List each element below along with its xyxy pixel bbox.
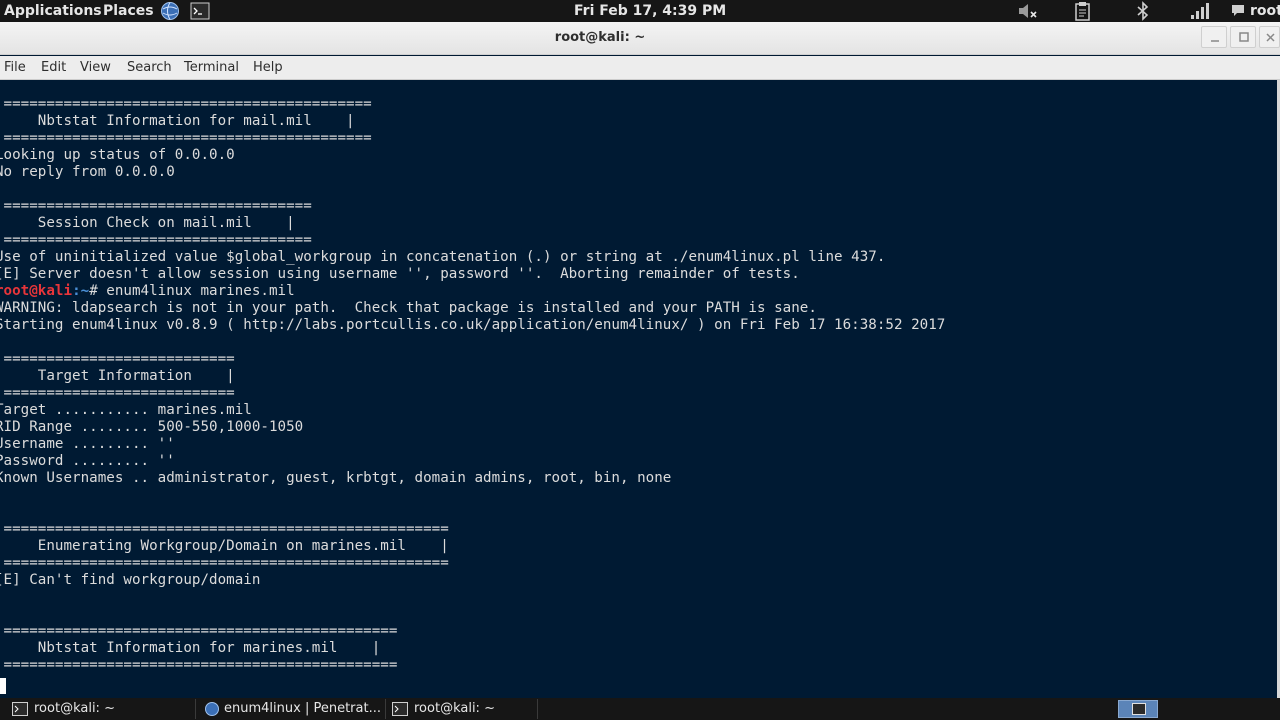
taskbar-item-label: enum4linux | Penetrat...	[224, 701, 381, 716]
terminal-line: ====================================	[0, 232, 312, 248]
terminal-line: | Nbtstat Information for marines.mil |	[0, 640, 381, 656]
clipboard-icon[interactable]	[1072, 1, 1094, 21]
prompt-path: :~	[72, 283, 90, 299]
bluetooth-icon[interactable]	[1132, 1, 1154, 21]
menu-search[interactable]: Search	[127, 60, 172, 75]
applications-menu[interactable]: Applications	[4, 0, 102, 22]
terminal-line: ========================================…	[0, 623, 398, 639]
terminal-line: ========================================…	[0, 96, 372, 112]
terminal-line: Starting enum4linux v0.8.9 ( http://labs…	[0, 317, 946, 333]
terminal-line: ========================================…	[0, 555, 449, 571]
taskbar-item-browser[interactable]: enum4linux | Penetrat...	[200, 699, 386, 719]
prompt-user: root@kali	[0, 283, 73, 299]
taskbar-item-label: root@kali: ~	[34, 701, 115, 716]
terminal-line: WARNING: ldapsearch is not in your path.…	[0, 300, 817, 316]
window-titlebar[interactable]: root@kali: ~	[0, 22, 1280, 55]
terminal-line: Password ......... ''	[0, 453, 175, 469]
taskbar-item-terminal-2[interactable]: root@kali: ~	[388, 699, 538, 719]
menubar: File Edit View Search Terminal Help	[0, 56, 1280, 80]
terminal-line: RID Range ........ 500-550,1000-1050	[0, 419, 304, 435]
chat-icon[interactable]	[1230, 1, 1252, 21]
terminal-line: ===========================	[0, 385, 235, 401]
terminal-line: [E] Can't find workgroup/domain	[0, 572, 261, 588]
terminal-line: | Session Check on mail.mil |	[0, 215, 295, 231]
terminal-output: ========================================…	[0, 96, 945, 674]
terminal-line: | Nbtstat Information for mail.mil |	[0, 113, 355, 129]
places-menu[interactable]: Places	[103, 0, 154, 22]
terminal-icon	[1132, 703, 1146, 719]
terminal-prompt-line: root@kali:~# enum4linux marines.mil	[0, 283, 945, 300]
taskbar: root@kali: ~ enum4linux | Penetrat... ro…	[0, 698, 1280, 720]
terminal-line: ====================================	[0, 198, 312, 214]
terminal-window: root@kali: ~ File Edit View Search Termi…	[0, 22, 1280, 698]
terminal-line: Looking up status of 0.0.0.0	[0, 147, 235, 163]
menu-file[interactable]: File	[4, 60, 26, 75]
workspace-switcher[interactable]	[1118, 700, 1158, 718]
terminal-line: ========================================…	[0, 657, 398, 673]
user-menu[interactable]: root	[1250, 0, 1280, 22]
minimize-button[interactable]	[1201, 26, 1227, 48]
network-signal-icon[interactable]	[1188, 1, 1210, 21]
terminal-line: Use of uninitialized value $global_workg…	[0, 249, 886, 265]
volume-muted-icon[interactable]	[1016, 1, 1038, 21]
maximize-button[interactable]	[1230, 26, 1256, 48]
terminal-line: Known Usernames .. administrator, guest,…	[0, 470, 672, 486]
menu-view[interactable]: View	[80, 60, 111, 75]
terminal-line: Target ........... marines.mil	[0, 402, 252, 418]
terminal-line: Username ......... ''	[0, 436, 175, 452]
terminal-line: | Target Information |	[0, 368, 235, 384]
clock[interactable]: Fri Feb 17, 4:39 PM	[574, 0, 726, 22]
menu-edit[interactable]: Edit	[41, 60, 66, 75]
prompt-command: # enum4linux marines.mil	[89, 283, 295, 299]
globe-icon	[204, 702, 220, 716]
terminal-icon	[12, 702, 28, 716]
terminal-line: | Enumerating Workgroup/Domain on marine…	[0, 538, 449, 554]
terminal-icon	[392, 702, 408, 716]
terminal-area[interactable]: ========================================…	[0, 80, 1277, 698]
window-title: root@kali: ~	[554, 30, 646, 45]
terminal-line: ========================================…	[0, 130, 372, 146]
top-panel: Applications Places Fri Feb 17, 4:39 PM	[0, 0, 1280, 22]
terminal-line: ========================================…	[0, 521, 449, 537]
taskbar-item-terminal-1[interactable]: root@kali: ~	[0, 699, 196, 719]
terminal-line: [E] Server doesn't allow session using u…	[0, 266, 800, 282]
terminal-line: No reply from 0.0.0.0	[0, 164, 175, 180]
taskbar-item-label: root@kali: ~	[414, 701, 495, 716]
terminal-cursor	[0, 678, 6, 694]
menu-help[interactable]: Help	[253, 60, 283, 75]
close-button[interactable]	[1259, 26, 1280, 48]
menu-terminal[interactable]: Terminal	[184, 60, 239, 75]
terminal-line: ===========================	[0, 351, 235, 367]
globe-icon[interactable]	[160, 1, 180, 21]
terminal-icon[interactable]	[190, 1, 210, 21]
